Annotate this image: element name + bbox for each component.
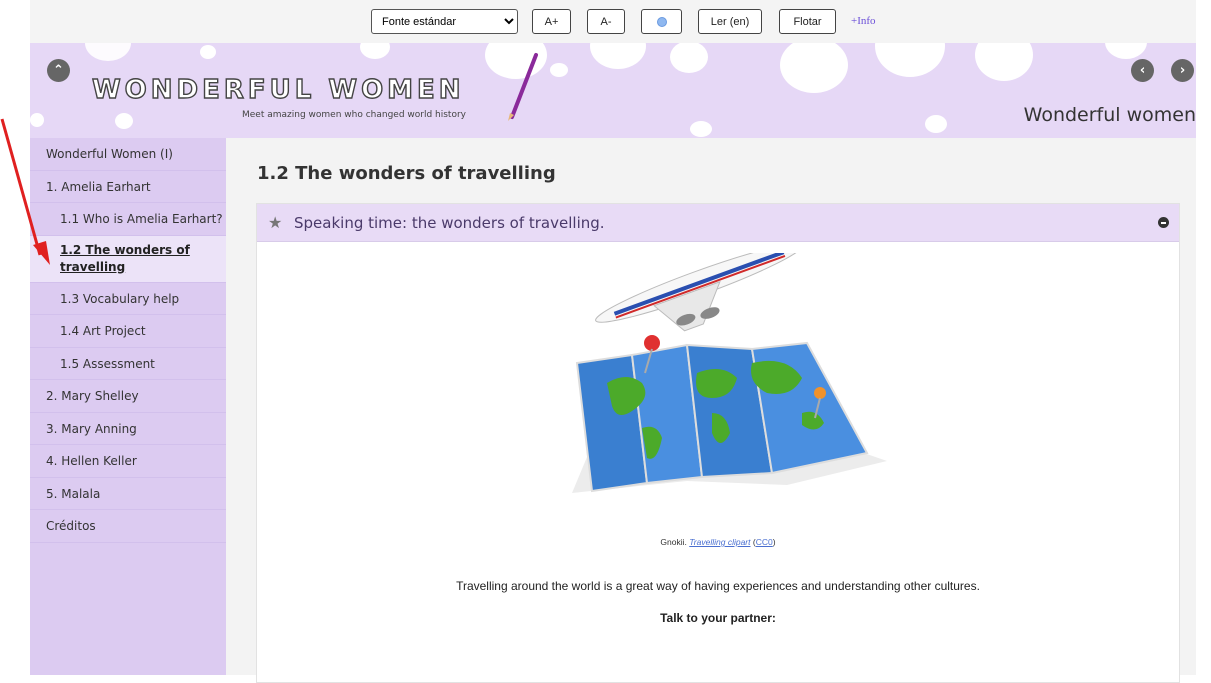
decor-dot xyxy=(115,113,133,129)
sidebar-item-malala[interactable]: 5. Malala xyxy=(30,478,226,510)
decor-dot xyxy=(590,43,646,69)
next-page-button[interactable]: › xyxy=(1171,59,1194,82)
collapse-menu-button[interactable]: ⌃ xyxy=(47,59,70,82)
sidebar-item-vocabulary-help[interactable]: 1.3 Vocabulary help xyxy=(30,283,226,315)
site-title: Wonderful women xyxy=(1023,104,1196,126)
card-header[interactable]: ★ Speaking time: the wonders of travelli… xyxy=(257,204,1179,242)
globe-icon xyxy=(656,16,667,27)
sidebar-item-art-project[interactable]: 1.4 Art Project xyxy=(30,315,226,348)
sidebar-item-mary-anning[interactable]: 3. Mary Anning xyxy=(30,413,226,445)
header-banner: ⌃ WONDERFUL WOMEN Meet amazing women who… xyxy=(30,43,1196,138)
chevron-up-icon: ⌃ xyxy=(53,63,64,78)
translate-button[interactable] xyxy=(641,9,682,34)
sidebar-item-creditos[interactable]: Créditos xyxy=(30,510,226,543)
intro-paragraph: Travelling around the world is a great w… xyxy=(456,579,980,593)
decor-dot xyxy=(550,63,568,77)
caption-author: Gnokii. xyxy=(660,537,687,547)
star-icon: ★ xyxy=(268,213,283,232)
decor-dot xyxy=(875,43,945,77)
image-caption: Gnokii. Travelling clipart (CC0) xyxy=(660,537,776,547)
decor-dot xyxy=(1105,43,1147,59)
decor-dot xyxy=(85,43,131,61)
collapse-icon[interactable] xyxy=(1158,217,1169,228)
increase-font-button[interactable]: A+ xyxy=(532,9,571,34)
font-select[interactable]: Fonte estándar xyxy=(371,9,518,34)
decor-dot xyxy=(975,43,1033,81)
decor-dot xyxy=(360,43,390,59)
chevron-left-icon: ‹ xyxy=(1139,63,1146,78)
accessibility-toolbar: Fonte estándar A+ A- Ler (en) Flotar +In… xyxy=(30,0,1196,43)
chevron-right-icon: › xyxy=(1179,63,1186,78)
logo-subtitle: Meet amazing women who changed world his… xyxy=(242,110,466,120)
pencil-icon xyxy=(508,53,538,121)
sidebar-item-mary-shelley[interactable]: 2. Mary Shelley xyxy=(30,380,226,413)
decor-dot xyxy=(925,115,947,133)
page-title: 1.2 The wonders of travelling xyxy=(257,163,556,184)
sidebar-item-hellen-keller[interactable]: 4. Hellen Keller xyxy=(30,445,226,478)
annotation-arrow-icon xyxy=(0,118,50,265)
decor-dot xyxy=(690,121,712,137)
info-link[interactable]: +Info xyxy=(851,15,876,27)
caption-license-link[interactable]: CC0 xyxy=(756,537,773,547)
main-content: 1.2 The wonders of travelling ★ Speaking… xyxy=(226,138,1196,683)
float-button[interactable]: Flotar xyxy=(779,9,836,34)
talk-heading: Talk to your partner: xyxy=(660,611,776,625)
decrease-font-button[interactable]: A- xyxy=(587,9,625,34)
activity-card: ★ Speaking time: the wonders of travelli… xyxy=(256,203,1180,683)
previous-page-button[interactable]: ‹ xyxy=(1131,59,1154,82)
decor-dot xyxy=(670,43,708,73)
sidebar-item-assessment[interactable]: 1.5 Assessment xyxy=(30,348,226,380)
decor-dot xyxy=(200,45,216,59)
travel-illustration xyxy=(572,253,887,493)
logo-title: WONDERFUL WOMEN xyxy=(91,74,465,105)
read-aloud-button[interactable]: Ler (en) xyxy=(698,9,762,34)
card-title: Speaking time: the wonders of travelling… xyxy=(294,214,605,232)
decor-dot xyxy=(780,43,848,93)
caption-source-link[interactable]: Travelling clipart xyxy=(689,537,750,547)
